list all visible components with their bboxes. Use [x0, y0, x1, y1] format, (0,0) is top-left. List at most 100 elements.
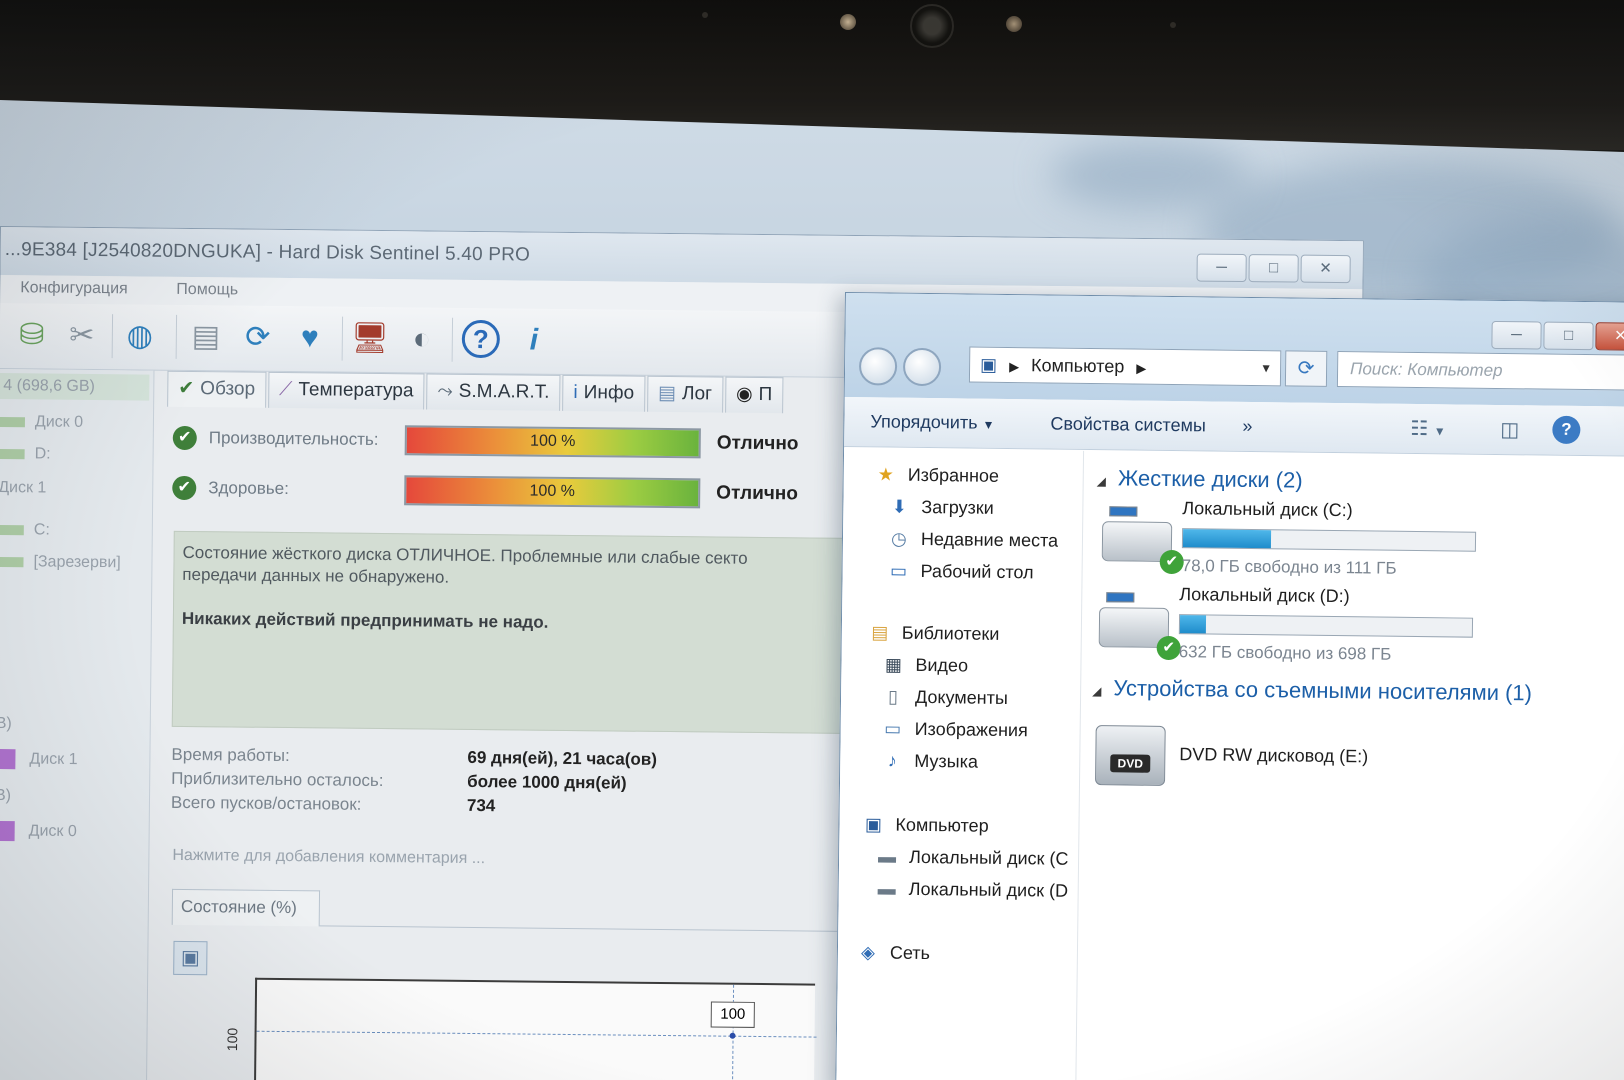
check-icon: ✔ [1156, 635, 1181, 661]
check-icon: ✔ [172, 475, 197, 501]
log-icon: ▤ [657, 382, 677, 405]
drive-item-c[interactable]: ✔ Локальный диск (C:) 78,0 ГБ свободно и… [1101, 497, 1623, 583]
more-commands-button[interactable]: » [1242, 416, 1252, 437]
tab-label: Инфо [583, 382, 635, 404]
dvd-drive-item[interactable]: DVD DVD RW дисковод (E:) [1094, 717, 1496, 802]
tab-health-chart[interactable]: Состояние (%) [171, 888, 321, 927]
nav-documents[interactable]: ▯ Документы [881, 686, 1008, 709]
minimize-button[interactable]: ─ [1491, 320, 1542, 350]
nav-label: Видео [915, 654, 969, 676]
group-hard-disks[interactable]: ◢ Жесткие диски (2) [1097, 465, 1303, 494]
menu-help[interactable]: Помощь [176, 281, 238, 300]
computer-icon: ▣ [864, 814, 883, 835]
nav-downloads[interactable]: ⬇ Загрузки [887, 497, 994, 519]
disk-entry[interactable]: Диск 1 [0, 748, 78, 770]
dvd-drive-icon: DVD [1094, 725, 1166, 786]
organize-label: Упорядочить [870, 411, 978, 433]
tab-info[interactable]: i Инфо [562, 374, 646, 412]
nav-local-disk-c[interactable]: ▬ Локальный диск (C [875, 846, 1069, 869]
check-icon: ✔ [1159, 549, 1184, 575]
close-button[interactable]: ✕ [1595, 322, 1624, 351]
nav-video[interactable]: ▦ Видео [881, 654, 968, 676]
toolbar-separator [451, 317, 454, 362]
drive-free-space: 632 ГБ свободно из 698 ГБ [1178, 642, 1392, 664]
tools-icon[interactable]: ✂ [62, 316, 102, 356]
nav-local-disk-d[interactable]: ▬ Локальный диск (D [875, 878, 1069, 901]
help-icon[interactable]: ? [1552, 415, 1581, 444]
volume-entry[interactable]: C: [0, 521, 50, 540]
volume-entry-label: [Зарезерви] [33, 553, 121, 572]
volume-entry[interactable]: D: [0, 445, 51, 464]
nav-computer[interactable]: ▣ Компьютер [861, 814, 989, 837]
chart-point [729, 1032, 736, 1039]
toolbar-separator [111, 314, 114, 359]
minimize-button[interactable]: ─ [1196, 253, 1247, 283]
address-bar[interactable]: ▣ ▶ Компьютер ▶ ▼ [968, 346, 1282, 387]
performance-label: Производительность: [208, 428, 379, 449]
nav-favorites[interactable]: ★ Избранное [874, 464, 1000, 487]
menu-configuration[interactable]: Конфигурация [20, 279, 128, 298]
help-icon[interactable]: ? [461, 319, 501, 359]
organize-button[interactable]: Упорядочить ▼ [870, 411, 994, 434]
report-icon[interactable]: ▤ [186, 317, 226, 357]
disk-entry[interactable]: Диск 0 [0, 820, 77, 842]
globe-icon[interactable]: ◍ [120, 316, 160, 356]
disk-entry[interactable]: Диск 1 [0, 479, 46, 498]
nav-label: Недавние места [920, 528, 1059, 551]
system-properties-button[interactable]: Свойства системы [1050, 414, 1206, 437]
heart-icon[interactable]: ♥ [290, 318, 330, 358]
nav-label: Документы [914, 686, 1008, 709]
drive-name: Локальный диск (D:) [1179, 584, 1350, 607]
chevron-down-icon[interactable]: ▼ [1260, 351, 1272, 385]
tab-temperature[interactable]: ⟋ Температура [267, 371, 425, 410]
info-icon[interactable]: i [514, 320, 554, 360]
nav-desktop[interactable]: ▭ Рабочий стол [886, 561, 1034, 584]
check-icon: ✔ [172, 425, 197, 451]
forward-button[interactable] [902, 347, 942, 387]
view-options-icon[interactable]: ☷ ▼ [1410, 416, 1446, 441]
close-button[interactable]: ✕ [1300, 254, 1351, 284]
nav-label: Загрузки [921, 496, 994, 518]
toolbar-separator [341, 316, 344, 361]
clock-icon: ◷ [891, 528, 907, 549]
disk-entry-header[interactable]: 4 (698,6 GB) [0, 373, 150, 401]
nav-network[interactable]: ◈ Сеть [856, 942, 930, 964]
maximize-button[interactable]: □ [1543, 321, 1594, 351]
back-button[interactable] [858, 347, 898, 386]
search-input[interactable]: Поиск: Компьютер [1336, 351, 1624, 391]
disk-entry-label: Диск 0 [34, 413, 84, 431]
hds-disk-list: 4 (698,6 GB) Диск 0 D: Диск 1 C: [Зарезе… [0, 369, 155, 1080]
save-icon[interactable]: ▣ [173, 940, 208, 976]
tab-smart[interactable]: ⤳ S.M.A.R.T. [426, 373, 561, 411]
sound-icon[interactable]: ◐ [402, 319, 442, 359]
monitor-chart-icon[interactable]: 🖥 [350, 319, 390, 359]
explorer-titlebar[interactable]: ─ □ ✕ ▣ ▶ Компьютер ▶ ▼ ⟳ Поиск: Компьютер [844, 293, 1624, 407]
volume-entry[interactable]: [Зарезерви] [0, 553, 121, 572]
hds-overview-panel: ✔ Обзор ⟋ Температура ⤳ S.M.A.R.T. i Инфо ▤ Л… [160, 370, 847, 1080]
breadcrumb-computer[interactable]: Компьютер [1031, 355, 1124, 376]
disk-entry[interactable]: Диск 0 [0, 413, 83, 432]
document-icon: ▯ [887, 686, 899, 707]
volume-entry-label: C: [33, 521, 50, 539]
breadcrumb-arrow-icon: ▶ [1136, 360, 1147, 376]
refresh-button[interactable]: ⟳ [1284, 350, 1328, 387]
nav-recent-places[interactable]: ◷ Недавние места [887, 529, 1058, 552]
tab-divider [319, 925, 840, 932]
tab-log[interactable]: ▤ Лог [646, 375, 724, 413]
drive-item-d[interactable]: ✔ Локальный диск (D:) 632 ГБ свободно из… [1098, 583, 1619, 669]
tab-overview[interactable]: ✔ Обзор [167, 370, 267, 408]
nav-label: Библиотеки [901, 622, 1000, 644]
health-status: Отлично [716, 482, 799, 505]
maximize-button[interactable]: □ [1248, 254, 1299, 283]
nav-libraries[interactable]: ▤ Библиотеки [868, 622, 1000, 645]
comment-field[interactable]: Нажмите для добавления комментария ... [172, 847, 485, 868]
group-removable[interactable]: ◢ Устройства со съемными носителями (1) [1092, 675, 1532, 706]
nav-music[interactable]: ♪ Музыка [880, 750, 978, 772]
nav-pictures[interactable]: ▭ Изображения [881, 718, 1028, 741]
disk-refresh-icon[interactable]: ⛁ [12, 315, 52, 355]
refresh-icon[interactable]: ⟳ [238, 317, 278, 357]
preview-pane-icon[interactable]: ◫ [1500, 417, 1519, 442]
tab-performance[interactable]: ◉ П [724, 376, 784, 414]
dvd-drive-name: DVD RW дисковод (E:) [1179, 744, 1369, 767]
explorer-window: ─ □ ✕ ▣ ▶ Компьютер ▶ ▼ ⟳ Поиск: Компьютер … [835, 292, 1624, 1080]
